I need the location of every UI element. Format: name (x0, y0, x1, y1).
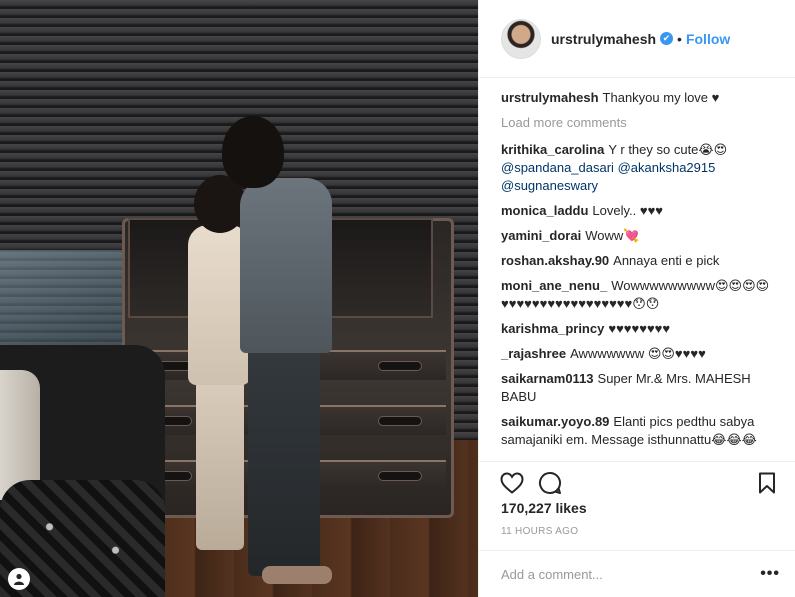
comment-input[interactable] (501, 566, 761, 582)
action-bar (479, 461, 795, 497)
comment-username[interactable]: roshan.akshay.90 (501, 253, 609, 268)
comment-text: Awwwwwww 😍😍♥♥♥♥ (570, 346, 706, 361)
follow-button[interactable]: Follow (686, 31, 730, 47)
comment-username[interactable]: yamini_dorai (501, 228, 581, 243)
man-figure (222, 116, 334, 596)
add-comment-bar: ••• (479, 550, 795, 597)
user-tag-icon[interactable] (8, 568, 30, 590)
comment-username[interactable]: monica_laddu (501, 203, 588, 218)
comment-username[interactable]: karishma_princy (501, 321, 604, 336)
post-username[interactable]: urstrulymahesh (551, 31, 656, 47)
comment-text: Lovely.. ♥♥♥ (592, 203, 664, 218)
caption-username[interactable]: urstrulymahesh (501, 90, 599, 105)
bookmark-icon[interactable] (752, 469, 782, 497)
post-header: urstrulymahesh ✔ • Follow (479, 0, 795, 78)
comments-list[interactable]: urstrulymahesh Thankyou my love ♥ Load mo… (501, 89, 789, 461)
load-more-comments-link[interactable]: Load more comments (501, 114, 789, 132)
separator-dot: • (677, 30, 682, 47)
list-item: roshan.akshay.90 Annaya enti e pick (501, 252, 789, 270)
comment-text: Annaya enti e pick (613, 253, 720, 268)
comment-username[interactable]: moni_ane_nenu_ (501, 278, 607, 293)
mention-link[interactable]: @akanksha2915 (618, 160, 716, 175)
comment-icon[interactable] (535, 469, 565, 497)
comment-text: ♥♥♥♥♥♥♥♥ (608, 321, 671, 336)
list-item: moni_ane_nenu_ Wowwwwwwwww😍😍😍😍♥♥♥♥♥♥♥♥♥♥♥… (501, 277, 789, 313)
caption-text: Thankyou my love ♥ (602, 90, 720, 105)
comment-text: Woww💘 (585, 228, 640, 243)
comment-text: Y r they so cute😭😍 (608, 142, 728, 157)
likes-count[interactable]: 170,227 likes (501, 500, 587, 516)
list-item: saikumar.yoyo.89 Elanti pics pedthu sabya… (501, 413, 789, 449)
list-item: saikarnam0113 Super Mr.& Mrs. MAHESH BABU (501, 370, 789, 406)
verified-badge-icon: ✔ (660, 32, 674, 45)
list-item: yamini_dorai Woww💘 (501, 227, 789, 245)
post-timestamp[interactable]: 11 HOURS AGO (501, 526, 578, 537)
list-item: krithika_carolina Y r they so cute😭😍 @spa… (501, 141, 789, 195)
comment-username[interactable]: krithika_carolina (501, 142, 604, 157)
post-sidebar: urstrulymahesh ✔ • Follow urstrulymahesh… (478, 0, 795, 597)
mention-link[interactable]: @sugnaneswary (501, 178, 598, 193)
avatar[interactable] (501, 18, 541, 59)
mention-link[interactable]: @spandana_dasari (501, 160, 614, 175)
more-options-icon[interactable]: ••• (760, 565, 780, 583)
list-item: _rajashree Awwwwwww 😍😍♥♥♥♥ (501, 345, 789, 363)
caption: urstrulymahesh Thankyou my love ♥ (501, 89, 789, 107)
comment-username[interactable]: saikarnam0113 (501, 371, 594, 386)
heart-icon[interactable] (497, 469, 527, 497)
post-photo[interactable] (0, 0, 478, 597)
comment-username[interactable]: saikumar.yoyo.89 (501, 414, 609, 429)
list-item: monica_laddu Lovely.. ♥♥♥ (501, 202, 789, 220)
list-item: karishma_princy ♥♥♥♥♥♥♥♥ (501, 320, 789, 338)
comment-username[interactable]: _rajashree (501, 346, 566, 361)
